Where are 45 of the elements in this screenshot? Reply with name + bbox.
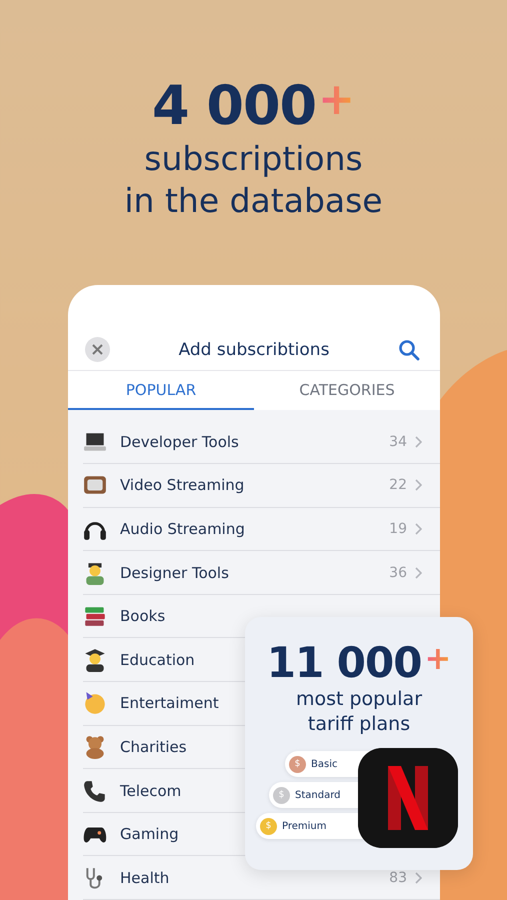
panel-title: Add subscribtions <box>178 340 330 360</box>
coin-icon: $ <box>289 756 306 772</box>
category-label: Education <box>120 650 195 669</box>
chevron-icon <box>415 479 422 492</box>
plans-text: tariff plans <box>308 712 410 737</box>
chevron-icon <box>415 436 422 448</box>
category-label: Designer Tools <box>120 564 229 582</box>
headline-number: 4 000 <box>152 74 316 138</box>
category-item[interactable]: Video Streaming 22 <box>83 464 440 508</box>
category-label: Audio Streaming <box>120 520 245 538</box>
category-item[interactable]: Audio Streaming 19 <box>83 508 440 552</box>
category-count: 22 <box>389 477 407 494</box>
party-face-icon <box>83 691 107 716</box>
category-label: Charities <box>120 738 187 756</box>
plans-number: 11 000 <box>266 639 422 687</box>
plan-label: Standard <box>295 790 340 800</box>
category-count: 36 <box>389 564 407 581</box>
category-label: Books <box>120 607 166 626</box>
category-item[interactable]: Developer Tools 34 <box>83 420 440 464</box>
coin-icon: $ <box>273 786 290 804</box>
plan-label: Basic <box>311 758 338 770</box>
chevron-icon <box>415 566 422 579</box>
headline-text: subscriptions <box>144 138 363 180</box>
search-icon[interactable] <box>398 338 420 361</box>
category-label: Telecom <box>120 782 182 800</box>
category-label: Health <box>120 868 170 887</box>
chevron-icon <box>415 872 422 884</box>
close-button[interactable] <box>85 337 110 362</box>
app-logo-icon <box>358 748 458 848</box>
plans-text: most popular <box>296 687 422 712</box>
plan-label: Premium <box>282 820 326 832</box>
chevron-icon <box>415 522 422 535</box>
category-count: 19 <box>389 520 407 537</box>
category-label: Entertaiment <box>120 694 219 712</box>
close-icon <box>92 344 103 356</box>
category-count: 34 <box>389 434 407 450</box>
coin-icon: $ <box>260 818 277 834</box>
category-label: Video Streaming <box>120 476 244 494</box>
phone-icon <box>83 778 107 803</box>
category-label: Developer Tools <box>120 432 239 451</box>
graduate-icon <box>83 648 107 672</box>
category-label: Gaming <box>120 825 179 844</box>
category-item[interactable]: Designer Tools 36 <box>83 551 440 595</box>
category-count: 83 <box>389 870 407 886</box>
headline-text: in the database <box>124 180 383 222</box>
